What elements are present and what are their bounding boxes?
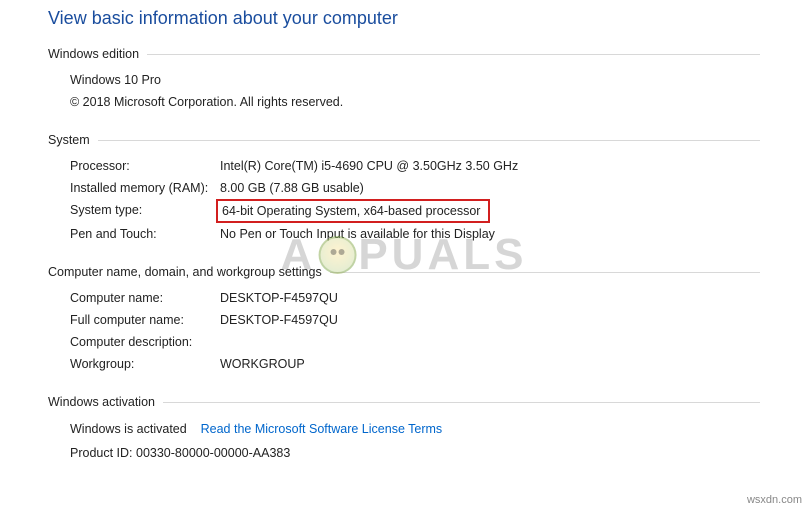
pen-touch-value: No Pen or Touch Input is available for t… [220,223,760,245]
section-heading-activation: Windows activation [48,395,760,409]
product-id-value: Product ID: 00330-80000-00000-AA383 [70,446,290,460]
ram-value: 8.00 GB (7.88 GB usable) [220,177,760,199]
section-heading-label: System [48,133,90,147]
processor-value: Intel(R) Core(TM) i5-4690 CPU @ 3.50GHz … [220,155,760,177]
section-heading-edition: Windows edition [48,47,760,61]
copyright-text: © 2018 Microsoft Corporation. All rights… [70,91,760,113]
license-terms-link[interactable]: Read the Microsoft Software License Term… [201,422,443,436]
workgroup-label: Workgroup: [70,353,220,375]
divider [147,54,760,55]
full-computer-name-value: DESKTOP-F4597QU [220,309,760,331]
system-type-value: 64-bit Operating System, x64-based proce… [216,199,490,223]
section-heading-system: System [48,133,760,147]
ram-label: Installed memory (RAM): [70,177,220,199]
section-heading-label: Windows edition [48,47,139,61]
activation-status: Windows is activated [70,422,187,436]
page-title: View basic information about your comput… [48,8,760,29]
computer-name-label: Computer name: [70,287,220,309]
computer-block: Computer name: DESKTOP-F4597QU Full comp… [48,285,760,389]
divider [98,140,760,141]
section-heading-label: Computer name, domain, and workgroup set… [48,265,322,279]
computer-name-value: DESKTOP-F4597QU [220,287,760,309]
workgroup-value: WORKGROUP [220,353,760,375]
section-heading-label: Windows activation [48,395,155,409]
computer-description-label: Computer description: [70,331,220,353]
pen-touch-label: Pen and Touch: [70,223,220,245]
processor-label: Processor: [70,155,220,177]
section-heading-computer: Computer name, domain, and workgroup set… [48,265,760,279]
divider [330,272,760,273]
source-credit: wsxdn.com [747,494,802,506]
divider [163,402,760,403]
full-computer-name-label: Full computer name: [70,309,220,331]
activation-block: Windows is activated Read the Microsoft … [48,415,760,471]
system-type-label: System type: [70,199,220,221]
windows-edition-name: Windows 10 Pro [70,69,760,91]
system-block: Processor: Intel(R) Core(TM) i5-4690 CPU… [48,153,760,259]
edition-block: Windows 10 Pro © 2018 Microsoft Corporat… [48,67,760,127]
